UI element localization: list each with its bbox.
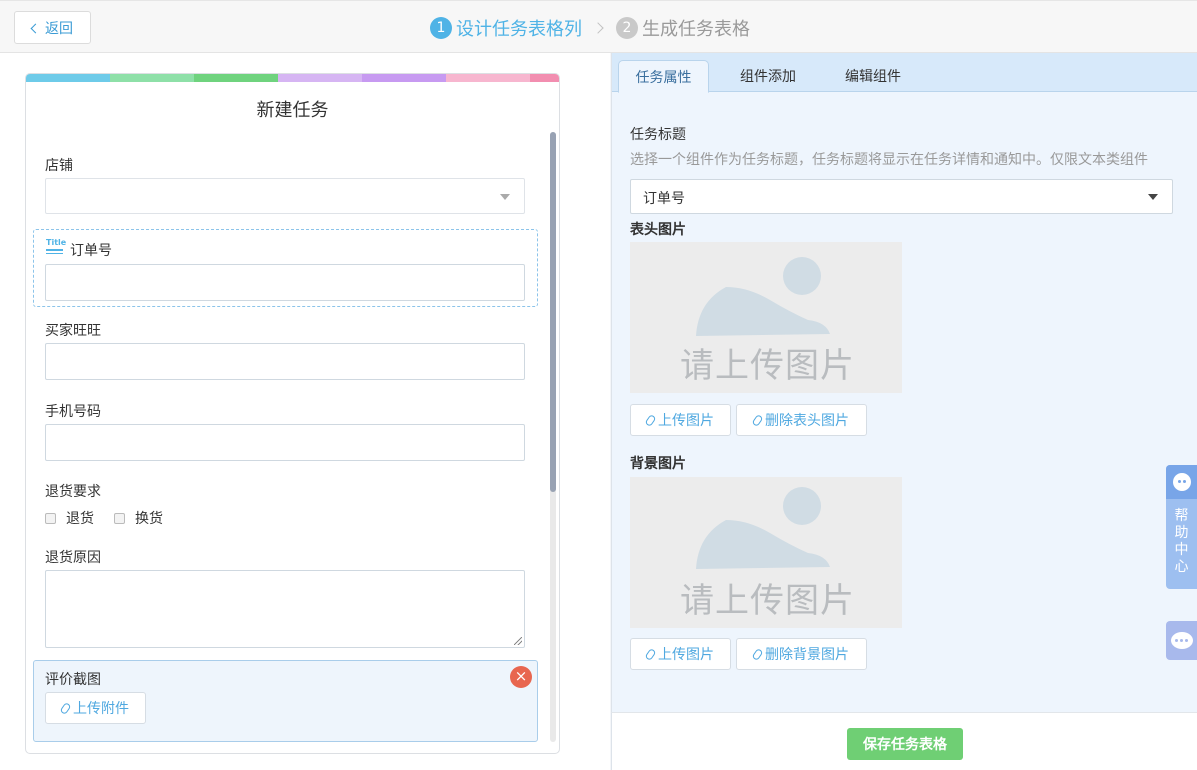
form-body: 店铺 Title 订单号 买家旺旺 手机号码 退货要求 退货 换货 退货原因 评…: [26, 132, 559, 753]
title-icon: Title: [46, 239, 66, 257]
color-strip-segment: [445, 74, 530, 82]
upload-header-image-button[interactable]: 上传图片: [630, 404, 731, 436]
background-image-label: 背景图片: [630, 456, 686, 472]
resize-grip-icon[interactable]: [514, 637, 522, 645]
order-number-field-selected[interactable]: Title 订单号: [33, 229, 538, 307]
help-center-label: 帮助中心: [1174, 508, 1189, 575]
tab-add-component[interactable]: 组件添加: [723, 60, 813, 92]
return-reason-label: 退货原因: [45, 550, 101, 566]
return-requirement-label: 退货要求: [45, 484, 101, 500]
back-label: 返回: [45, 20, 73, 37]
background-image-placeholder: 请上传图片: [630, 477, 902, 628]
tab-edit-component[interactable]: 编辑组件: [828, 60, 918, 92]
color-strip-segment: [26, 74, 110, 82]
step-1: 1 设计任务表格列: [430, 15, 582, 41]
buyer-input[interactable]: [45, 343, 525, 380]
form-scrollbar-thumb[interactable]: [550, 132, 556, 492]
bottom-bar: 保存任务表格: [611, 712, 1197, 770]
help-center-tab[interactable]: 帮助中心: [1166, 465, 1197, 589]
header-image-label: 表头图片: [630, 222, 686, 238]
color-strip-segment: [109, 74, 194, 82]
tab-bar: 任务属性 组件添加 编辑组件: [612, 53, 1197, 93]
checkbox-return-label: 退货: [66, 511, 94, 527]
color-strip-segment: [361, 74, 446, 82]
buyer-label: 买家旺旺: [45, 323, 101, 339]
chevron-right-icon: [592, 22, 604, 34]
form-card: 新建任务 店铺 Title 订单号 买家旺旺 手机号码 退货要求 退货 换货 退…: [25, 73, 560, 754]
task-title-hint: 选择一个组件作为任务标题，任务标题将显示在任务详情和通知中。仅限文本类组件: [630, 152, 1148, 168]
step-indicator: 1 设计任务表格列 2 生成任务表格: [430, 15, 750, 41]
order-number-label: 订单号: [70, 243, 112, 259]
placeholder-text: 请上传图片: [680, 346, 855, 386]
upload-attachment-label: 上传附件: [73, 701, 129, 717]
review-screenshot-field-selected[interactable]: 评价截图 × 上传附件: [33, 660, 538, 742]
placeholder-text: 请上传图片: [680, 581, 855, 621]
paperclip-icon: [644, 413, 657, 427]
checkbox-exchange[interactable]: [114, 512, 125, 524]
form-scrollbar[interactable]: [550, 132, 556, 742]
shop-label: 店铺: [45, 158, 73, 174]
delete-header-image-button[interactable]: 删除表头图片: [736, 404, 867, 436]
delete-background-image-label: 删除背景图片: [765, 647, 849, 663]
task-title-select[interactable]: 订单号: [630, 179, 1173, 214]
task-title-label: 任务标题: [630, 127, 686, 143]
chevron-left-icon: [30, 23, 41, 33]
task-title-value: 订单号: [643, 191, 685, 207]
delete-header-image-label: 删除表头图片: [765, 413, 849, 429]
checkbox-return[interactable]: [45, 512, 56, 524]
tab-task-properties[interactable]: 任务属性: [618, 60, 709, 93]
color-strip-segment: [277, 74, 362, 82]
return-reason-textarea[interactable]: [45, 570, 525, 648]
form-preview-area: 新建任务 店铺 Title 订单号 买家旺旺 手机号码 退货要求 退货 换货 退…: [0, 53, 610, 770]
chat-bubble-icon: [1170, 632, 1193, 649]
return-requirement-options: 退货 换货: [45, 508, 163, 528]
order-number-input[interactable]: [45, 264, 525, 301]
back-button[interactable]: 返回: [14, 11, 91, 44]
help-bot-icon: [1172, 473, 1191, 491]
settings-panel: 任务属性 组件添加 编辑组件 任务标题 选择一个组件作为任务标题，任务标题将显示…: [611, 53, 1197, 712]
top-bar: 返回 1 设计任务表格列 2 生成任务表格: [0, 0, 1197, 53]
phone-label: 手机号码: [45, 404, 101, 420]
color-strip-segment: [529, 74, 559, 82]
review-screenshot-label: 评价截图: [45, 672, 101, 688]
form-title: 新建任务: [256, 100, 329, 121]
paperclip-icon: [751, 413, 764, 427]
paperclip-icon: [751, 647, 764, 661]
step-1-number: 1: [430, 17, 452, 39]
paperclip-icon: [644, 647, 657, 661]
delete-background-image-button[interactable]: 删除背景图片: [736, 638, 867, 670]
step-2-label: 生成任务表格: [642, 19, 750, 40]
paperclip-icon: [59, 701, 72, 715]
upload-background-image-button[interactable]: 上传图片: [630, 638, 731, 670]
upload-background-image-label: 上传图片: [658, 647, 714, 663]
header-image-placeholder: 请上传图片: [630, 242, 902, 393]
upload-header-image-label: 上传图片: [658, 413, 714, 429]
color-strip: [26, 74, 559, 82]
phone-input[interactable]: [45, 424, 525, 461]
caret-down-icon: [1148, 194, 1158, 200]
step-1-label: 设计任务表格列: [456, 19, 582, 40]
caret-down-icon: [500, 194, 510, 200]
save-task-table-button[interactable]: 保存任务表格: [847, 728, 963, 760]
chat-tab[interactable]: [1166, 621, 1197, 660]
step-2-number: 2: [616, 17, 638, 39]
shop-select[interactable]: [45, 178, 525, 214]
close-icon[interactable]: ×: [510, 666, 532, 688]
checkbox-exchange-label: 换货: [135, 511, 163, 527]
step-2: 2 生成任务表格: [616, 15, 750, 41]
color-strip-segment: [193, 74, 278, 82]
upload-attachment-button[interactable]: 上传附件: [45, 692, 146, 724]
